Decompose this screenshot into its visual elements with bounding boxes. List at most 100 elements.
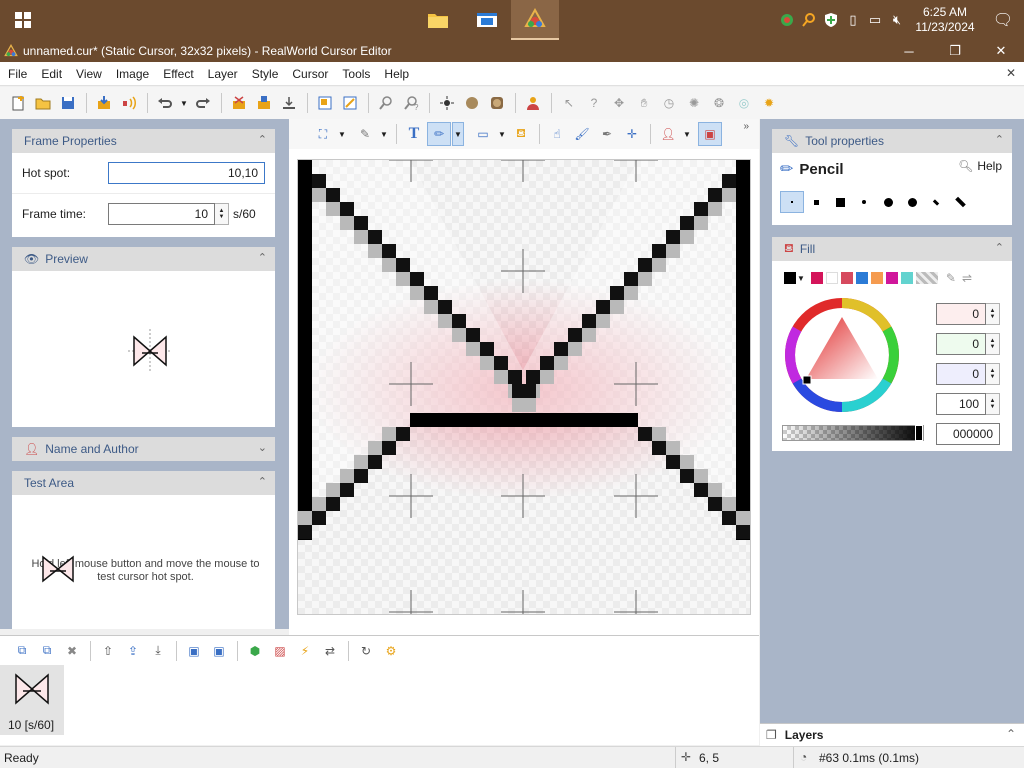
shadow-button[interactable] (485, 91, 509, 115)
channel-green-spinner[interactable]: ▲ ▼ (986, 333, 1000, 355)
frame-time-input[interactable]: 10 (108, 203, 215, 225)
cursor-ring-button[interactable]: ◎ (732, 91, 756, 115)
usb-drive-icon[interactable]: ▯ (842, 0, 864, 40)
channel-red-spinner[interactable]: ▲ ▼ (986, 303, 1000, 325)
swatch-white[interactable] (825, 272, 838, 284)
stamp-dropdown[interactable]: ▼ (681, 122, 693, 146)
frame-clear-button[interactable]: ▨ (268, 639, 292, 663)
opacity-slider-thumb[interactable] (915, 425, 923, 441)
brush-size-1[interactable] (780, 191, 804, 213)
file-explorer-taskbar-button[interactable] (414, 0, 462, 40)
duplicate-frame-button[interactable]: ⧉ (35, 639, 59, 663)
brush-round-2[interactable] (876, 191, 900, 213)
delete-frame-button[interactable]: ✖ (60, 639, 84, 663)
swatch-teal[interactable] (900, 272, 913, 284)
brush-diagonal-2[interactable] (948, 191, 972, 213)
zoom-help-button[interactable]: ? (399, 91, 423, 115)
name-author-header[interactable]: 👤︎ Name and Author ⌄ (12, 437, 275, 461)
text-tool[interactable]: T (402, 122, 426, 146)
swatch-transparent[interactable] (915, 272, 938, 284)
expand-icon[interactable]: ⌃ (1006, 727, 1016, 741)
notification-icon[interactable]: 🗨︎ (982, 0, 1024, 40)
resize-button[interactable] (313, 91, 337, 115)
frame-resize-button[interactable]: ▣ (182, 639, 206, 663)
menu-layer[interactable]: Layer (200, 62, 244, 86)
brush-round-3[interactable] (900, 191, 924, 213)
expand-icon[interactable]: ⌄ (258, 441, 267, 454)
dropper-tool[interactable]: ✒︎ (595, 122, 619, 146)
menu-effect[interactable]: Effect (155, 62, 199, 86)
channel-blue-input[interactable]: 0 (936, 363, 986, 385)
frame-refresh-button[interactable]: ↻ (354, 639, 378, 663)
new-file-button[interactable] (6, 91, 30, 115)
move-frame-up-button[interactable]: ⇧ (96, 639, 120, 663)
menu-image[interactable]: Image (108, 62, 155, 86)
test-area-panel[interactable]: Hold left mouse button and move the mous… (12, 495, 275, 629)
network-icon[interactable]: ▭ (864, 0, 886, 40)
menu-help[interactable]: Help (376, 62, 415, 86)
channel-alpha-spinner[interactable]: ▲ ▼ (986, 393, 1000, 415)
eyedropper-dropdown[interactable]: ▼ (378, 122, 390, 146)
preview-header[interactable]: 👁︎ Preview ⌃ (12, 247, 275, 271)
color-wheel[interactable] (782, 295, 902, 415)
undo-dropdown[interactable]: ▼ (178, 91, 190, 115)
paste-button[interactable] (277, 91, 301, 115)
swatch-magenta[interactable] (885, 272, 898, 284)
save-button[interactable] (56, 91, 80, 115)
brush-diagonal-1[interactable] (924, 191, 948, 213)
collapse-icon[interactable]: ⌃ (258, 251, 267, 264)
export-frame-button[interactable]: ⤓ (146, 639, 170, 663)
maximize-button[interactable]: ❐ (932, 40, 978, 62)
frame-thumbnail[interactable]: 10 [s/60] (0, 665, 64, 735)
cursor-editor-taskbar-button[interactable] (511, 0, 559, 40)
cursor-help-button[interactable]: ? (582, 91, 606, 115)
swatch-rose[interactable] (840, 272, 853, 284)
stamp-tool[interactable]: 👤︎ (656, 122, 680, 146)
help-link[interactable]: 🔍︎ Help (958, 159, 1002, 173)
shape-tool[interactable]: ▭ (471, 122, 495, 146)
pointer-tool[interactable]: ☝︎ (545, 122, 569, 146)
crop-button[interactable] (338, 91, 362, 115)
frame-settings-button[interactable]: ⚙︎ (379, 639, 403, 663)
open-file-button[interactable] (31, 91, 55, 115)
opacity-slider[interactable] (782, 425, 924, 441)
close-document-icon[interactable]: ✕ (1006, 66, 1016, 80)
collapse-icon[interactable]: ⌃ (258, 133, 267, 146)
search-key-icon[interactable] (798, 0, 820, 40)
brush-tool[interactable]: 🖌︎ (570, 122, 594, 146)
network-globe-icon[interactable] (776, 0, 798, 40)
collapse-icon[interactable]: ⌃ (995, 133, 1004, 146)
swatch-blue[interactable] (855, 272, 868, 284)
pencil-dropdown[interactable]: ▼ (452, 122, 464, 146)
menu-cursor[interactable]: Cursor (284, 62, 334, 86)
fill-header[interactable]: ⛾ Fill ⌃ (772, 237, 1012, 261)
menu-tools[interactable]: Tools (334, 62, 376, 86)
brush-round-1[interactable] (852, 191, 876, 213)
cursor-arrow-button[interactable]: ↖ (557, 91, 581, 115)
swatch-orange[interactable] (870, 272, 883, 284)
frame-properties-header[interactable]: Frame Properties ⌃ (12, 129, 275, 153)
import-button[interactable] (92, 91, 116, 115)
frame-swap-button[interactable]: ⇄ (318, 639, 342, 663)
copy-button[interactable] (252, 91, 276, 115)
brightness-button[interactable] (435, 91, 459, 115)
frame-crop-button[interactable]: ▣ (207, 639, 231, 663)
redo-button[interactable] (191, 91, 215, 115)
shield-icon[interactable] (820, 0, 842, 40)
broadcast-button[interactable] (117, 91, 141, 115)
pencil-tool[interactable]: ✏︎ (427, 122, 451, 146)
cut-button[interactable] (227, 91, 251, 115)
layers-header[interactable]: ❐ Layers ⌃ (760, 723, 1024, 746)
zoom-button[interactable] (374, 91, 398, 115)
cursor-hand-button[interactable]: ✋︎ (632, 91, 656, 115)
hex-color-input[interactable]: 000000 (936, 423, 1000, 445)
shape-dropdown[interactable]: ▼ (496, 122, 508, 146)
minimize-button[interactable]: ─ (886, 40, 932, 62)
brush-size-3[interactable] (828, 191, 852, 213)
more-tools-icon[interactable]: » (743, 121, 749, 132)
channel-green-input[interactable]: 0 (936, 333, 986, 355)
selection-dropdown[interactable]: ▼ (336, 122, 348, 146)
test-area-header[interactable]: Test Area ⌃ (12, 471, 275, 495)
spin-down-icon[interactable]: ▼ (219, 214, 225, 220)
start-button[interactable] (0, 0, 46, 40)
